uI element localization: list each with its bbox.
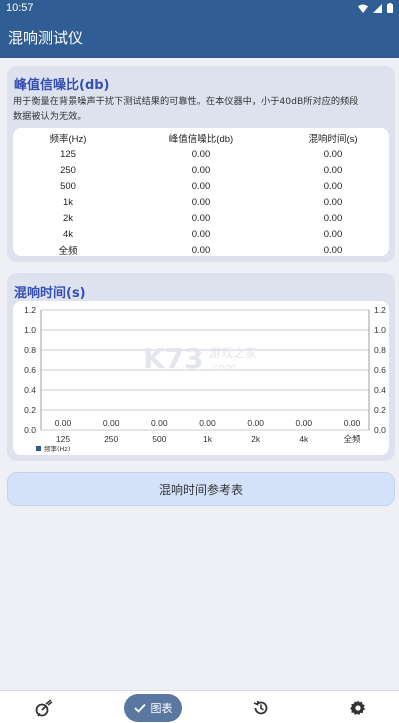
cell-peak-snr: 0.00 bbox=[191, 244, 211, 256]
table-row: 500 0.00 0.00 bbox=[13, 178, 389, 194]
x-tick-label: 4k bbox=[299, 434, 309, 444]
x-tick-label: 125 bbox=[56, 434, 70, 444]
header-peak-snr: 峰值信噪比(db) bbox=[168, 134, 234, 145]
cell-frequency: 全频 bbox=[58, 246, 78, 257]
cell-peak-snr: 0.00 bbox=[191, 148, 211, 160]
battery-icon bbox=[387, 3, 393, 13]
y-tick-label-right: 0.4 bbox=[374, 385, 386, 395]
y-tick-label-left: 1.0 bbox=[24, 325, 36, 335]
nav-measure[interactable] bbox=[24, 695, 64, 721]
cell-reverb-time: 0.00 bbox=[323, 164, 343, 176]
x-tick-label: 1k bbox=[203, 434, 213, 444]
cell-frequency: 4k bbox=[62, 228, 74, 240]
table-row: 2k 0.00 0.00 bbox=[13, 210, 389, 226]
bar-value-label: 0.00 bbox=[296, 418, 313, 428]
header-frequency: 频率(Hz) bbox=[49, 134, 87, 145]
cell-peak-snr: 0.00 bbox=[191, 228, 211, 240]
cell-reverb-time: 0.00 bbox=[323, 212, 343, 224]
y-tick-label-left: 0.8 bbox=[24, 345, 36, 355]
bar-value-label: 0.00 bbox=[344, 418, 361, 428]
bar-value-label: 0.00 bbox=[151, 418, 168, 428]
nav-settings[interactable] bbox=[338, 695, 378, 721]
y-tick-label-right: 0.0 bbox=[374, 425, 386, 435]
description-line: 数据被认为无效。 bbox=[13, 111, 87, 122]
cell-peak-snr: 0.00 bbox=[191, 180, 211, 192]
status-time: 10:57 bbox=[6, 2, 34, 14]
cell-peak-snr: 0.00 bbox=[191, 164, 211, 176]
header-reverb-time: 混响时间(s) bbox=[308, 134, 358, 145]
cell-frequency: 2k bbox=[62, 212, 74, 224]
y-tick-label-left: 1.2 bbox=[24, 305, 36, 315]
table-row: 全频 0.00 0.00 bbox=[13, 242, 389, 258]
check-icon bbox=[133, 703, 146, 713]
cell-reverb-time: 0.00 bbox=[323, 244, 343, 256]
cell-peak-snr: 0.00 bbox=[191, 196, 211, 208]
y-tick-label-right: 1.2 bbox=[374, 305, 386, 315]
bar-value-label: 0.00 bbox=[247, 418, 264, 428]
x-tick-label: 250 bbox=[104, 434, 118, 444]
nav-history[interactable] bbox=[241, 695, 281, 721]
peak-snr-description: 用于衡量在背景噪声干扰下测试结果的可靠性。在本仪器中，小于40dB所对应的频段 … bbox=[13, 94, 389, 124]
watermark-logo: K73 bbox=[143, 342, 204, 375]
description-line: 用于衡量在背景噪声干扰下测试结果的可靠性。在本仪器中，小于40dB所对应的频段 bbox=[13, 96, 359, 107]
watermark-domain: .com bbox=[209, 361, 236, 374]
table-row: 125 0.00 0.00 bbox=[13, 146, 389, 162]
y-tick-label-right: 0.6 bbox=[374, 365, 386, 375]
bottom-nav: 图表 bbox=[0, 690, 399, 723]
cell-peak-snr: 0.00 bbox=[191, 212, 211, 224]
cell-reverb-time: 0.00 bbox=[323, 196, 343, 208]
bar-value-label: 0.00 bbox=[199, 418, 216, 428]
reverb-time-title: 混响时间(s) bbox=[14, 286, 86, 301]
peak-snr-card: 峰值信噪比(db) 用于衡量在背景噪声干扰下测试结果的可靠性。在本仪器中，小于4… bbox=[7, 66, 395, 262]
app-bar: 混响测试仪 bbox=[0, 16, 399, 58]
measure-icon bbox=[35, 699, 53, 717]
y-tick-label-left: 0.6 bbox=[24, 365, 36, 375]
cell-frequency: 1k bbox=[62, 196, 74, 208]
table-header: 频率(Hz) 峰值信噪比(db) 混响时间(s) bbox=[13, 130, 389, 146]
x-tick-label: 500 bbox=[152, 434, 166, 444]
watermark-site: 游戏之家 bbox=[209, 345, 257, 360]
settings-icon bbox=[350, 700, 366, 715]
legend-label: 频率(Hz) bbox=[44, 444, 70, 453]
status-bar: 10:57 bbox=[0, 0, 399, 16]
table-row: 1k 0.00 0.00 bbox=[13, 194, 389, 210]
y-tick-label-left: 0.4 bbox=[24, 385, 36, 395]
y-tick-label-left: 0.0 bbox=[24, 425, 36, 435]
reverb-time-chart: 0.0 0.0 0.2 0.2 0.4 0.4 0.6 0.6 0.8 0.8 1.0 1.0 1.2 1… bbox=[24, 305, 386, 453]
cell-frequency: 500 bbox=[60, 180, 76, 192]
table-row: 250 0.00 0.00 bbox=[13, 162, 389, 178]
y-tick-label-right: 0.8 bbox=[374, 345, 386, 355]
reverb-time-card: 混响时间(s) 0.0 0.0 0.2 0.2 0.4 0.4 0.6 0.6 0.8 0.8 1.… bbox=[7, 273, 395, 461]
chart-container: 0.0 0.0 0.2 0.2 0.4 0.4 0.6 0.6 0.8 0.8 1.0 1.0 1.2 1… bbox=[13, 301, 389, 455]
table-row: 4k 0.00 0.00 bbox=[13, 226, 389, 242]
x-tick-label: 全频 bbox=[343, 434, 361, 444]
y-tick-label-right: 1.0 bbox=[374, 325, 386, 335]
y-tick-label-left: 0.2 bbox=[24, 405, 36, 415]
cell-reverb-time: 0.00 bbox=[323, 228, 343, 240]
nav-chart-tab[interactable]: 图表 bbox=[124, 694, 182, 722]
cell-reverb-time: 0.00 bbox=[323, 148, 343, 160]
nav-chart-label: 图表 bbox=[150, 702, 173, 715]
y-tick-label-right: 0.2 bbox=[374, 405, 386, 415]
cell-reverb-time: 0.00 bbox=[323, 180, 343, 192]
peak-snr-table: 频率(Hz) 峰值信噪比(db) 混响时间(s) 125 0.00 0.00 2… bbox=[13, 128, 389, 258]
app-title: 混响测试仪 bbox=[8, 28, 84, 47]
signal-icon bbox=[373, 3, 382, 13]
bar-value-label: 0.00 bbox=[55, 418, 72, 428]
x-tick-label: 2k bbox=[251, 434, 261, 444]
cell-frequency: 125 bbox=[60, 148, 76, 160]
bar-value-label: 0.00 bbox=[103, 418, 120, 428]
peak-snr-title: 峰值信噪比(db) bbox=[14, 78, 110, 93]
status-icons bbox=[358, 3, 393, 13]
reverb-reference-button[interactable]: 混响时间参考表 bbox=[7, 472, 395, 506]
history-icon bbox=[253, 700, 268, 715]
legend-swatch bbox=[36, 446, 41, 451]
wifi-icon bbox=[358, 4, 368, 13]
cell-frequency: 250 bbox=[60, 164, 76, 176]
